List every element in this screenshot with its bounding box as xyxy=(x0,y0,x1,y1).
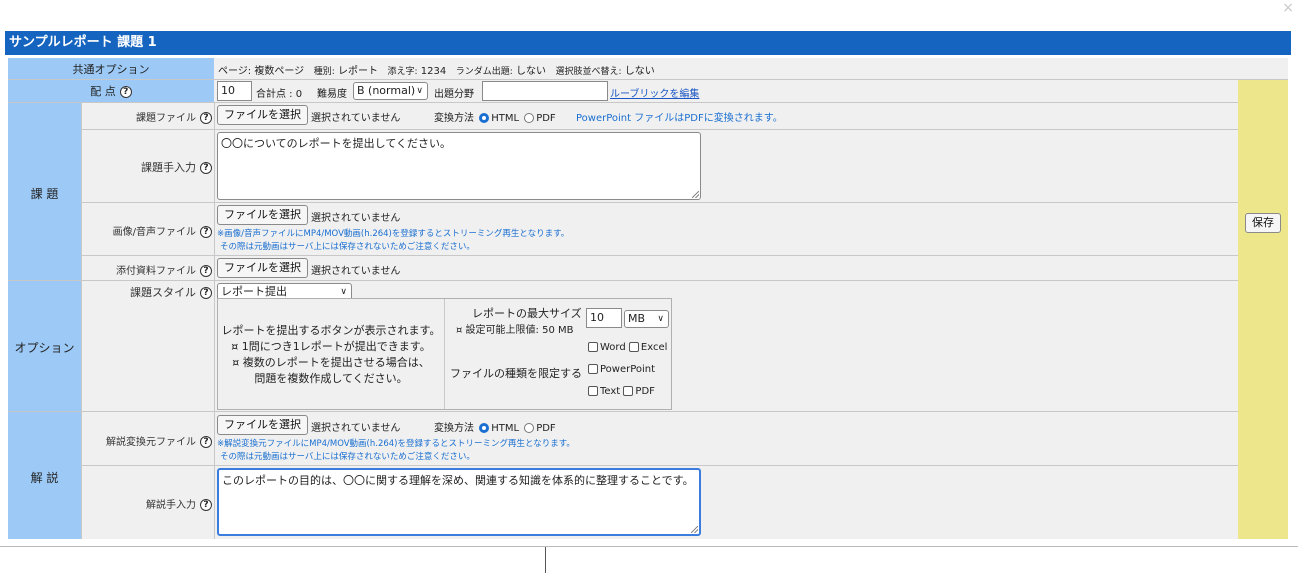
chevron-down-icon: ∨ xyxy=(416,86,423,96)
options-section: オプション xyxy=(8,281,81,411)
assignment-section: 課 題 xyxy=(8,103,81,281)
explanation-file-status: 選択されていません xyxy=(311,423,401,434)
attachment-file-status: 選択されていません xyxy=(311,266,401,277)
attachment-file-label: 添付資料ファイル? xyxy=(82,262,212,277)
points-label: 配 点? xyxy=(8,83,214,99)
convert-pdf-radio[interactable] xyxy=(524,113,535,123)
assignment-input-label: 課題手入力? xyxy=(82,159,212,175)
powerpoint-note: PowerPoint ファイルはPDFに変換されます。 xyxy=(576,113,783,124)
media-file-button[interactable]: ファイルを選択 xyxy=(217,205,308,225)
filetype-text-pdf: Text PDF xyxy=(588,386,655,397)
assignment-file-button[interactable]: ファイルを選択 xyxy=(217,105,308,125)
filetype-word-checkbox[interactable] xyxy=(588,342,598,352)
options-section-label: オプション xyxy=(14,341,75,355)
difficulty-select[interactable]: B (normal) ∨ xyxy=(353,82,428,100)
chevron-down-icon: ∨ xyxy=(657,314,664,324)
common-options-label: 共通オプション xyxy=(72,63,150,76)
media-note-2: その際は元動画はサーバ上には保存されないためご注意ください。 xyxy=(220,242,475,252)
help-icon[interactable]: ? xyxy=(200,226,212,238)
question-form: 共通オプション ページ: 複数ページ 種別: レポート 添え字: 1234 ラン… xyxy=(8,58,1288,539)
assignment-file-label: 課題ファイル? xyxy=(82,109,212,124)
page-title: サンプルレポート 課題 1 xyxy=(5,31,1291,55)
help-icon[interactable]: ? xyxy=(200,436,212,448)
report-description: レポートを提出するボタンが表示されます。 ¤ 1問につき1レポートが提出できます… xyxy=(221,324,441,385)
assignment-section-label: 課 題 xyxy=(30,187,59,201)
save-button[interactable]: 保存 xyxy=(1245,213,1281,233)
explanation-input-label: 解説手入力? xyxy=(82,496,212,511)
filetype-pdf-checkbox[interactable] xyxy=(623,386,634,396)
save-column: 保存 xyxy=(1238,80,1288,539)
assignment-textarea[interactable]: 〇〇についてのレポートを提出してください。 xyxy=(217,132,701,200)
explanation-file-button[interactable]: ファイルを選択 xyxy=(217,415,308,435)
resize-handle-icon[interactable] xyxy=(691,526,698,533)
report-options-box: レポートを提出するボタンが表示されます。 ¤ 1問につき1レポートが提出できます… xyxy=(217,298,672,410)
points-input[interactable]: 10 xyxy=(217,81,252,101)
explanation-file-label: 解説変換元ファイル? xyxy=(82,433,212,448)
help-icon[interactable]: ? xyxy=(119,86,132,98)
divider xyxy=(545,547,546,573)
help-icon[interactable]: ? xyxy=(200,162,212,174)
difficulty-label: 難易度 xyxy=(317,89,347,100)
max-size-limit: ¤ 設定可能上限値: 50 MB xyxy=(456,325,574,336)
assignment-file-status: 選択されていません xyxy=(311,113,401,124)
filetype-powerpoint: PowerPoint xyxy=(588,364,655,375)
media-file-status: 選択されていません xyxy=(311,213,401,224)
resize-handle-icon[interactable] xyxy=(692,191,699,198)
help-icon[interactable]: ? xyxy=(200,287,212,299)
attachment-file-button[interactable]: ファイルを選択 xyxy=(217,258,308,278)
convert-html-radio[interactable] xyxy=(479,113,490,123)
media-file-label: 画像/音声ファイル? xyxy=(82,223,212,238)
divider xyxy=(0,546,1298,547)
filetype-label: ファイルの種類を限定する xyxy=(450,367,582,380)
explanation-textarea[interactable]: このレポートの目的は、〇〇に関する理解を深め、関連する知識を体系的に整理すること… xyxy=(217,468,701,536)
filetype-powerpoint-checkbox[interactable] xyxy=(588,364,598,374)
explanation-section: 解 説 xyxy=(8,412,81,539)
help-icon[interactable]: ? xyxy=(200,265,212,277)
help-icon[interactable]: ? xyxy=(200,112,212,124)
edit-rubric-link[interactable]: ルーブリックを編集 xyxy=(610,85,699,100)
close-icon[interactable]: × xyxy=(1282,0,1294,16)
points-label-cell: 配 点? xyxy=(8,80,214,102)
filetype-text-checkbox[interactable] xyxy=(588,386,598,396)
explanation-section-label: 解 説 xyxy=(30,471,59,485)
common-options-summary: ページ: 複数ページ 種別: レポート 添え字: 1234 ランダム出題: しな… xyxy=(218,66,655,77)
max-size-unit-select[interactable]: MB ∨ xyxy=(624,310,669,328)
common-options-label-cell: 共通オプション xyxy=(8,58,214,79)
media-note-1: ※画像/音声ファイルにMP4/MOV動画(h.264)を登録するとストリーミング… xyxy=(217,229,570,239)
field-input[interactable] xyxy=(482,81,608,101)
assignment-convert-options: 変換方法 HTML PDF xyxy=(434,113,556,124)
explanation-convert-options: 変換方法 HTML PDF xyxy=(434,423,556,434)
help-icon[interactable]: ? xyxy=(200,499,212,511)
max-size-input[interactable]: 10 xyxy=(586,308,622,328)
explanation-convert-html-radio[interactable] xyxy=(479,423,490,433)
explanation-convert-pdf-radio[interactable] xyxy=(524,423,535,433)
max-size-label: レポートの最大サイズ xyxy=(472,307,582,320)
explanation-note-2: その際は元動画はサーバ上には保存されないためご注意ください。 xyxy=(220,452,475,462)
total-points: 合計点 : 0 xyxy=(256,89,303,100)
filetype-excel-checkbox[interactable] xyxy=(628,342,639,352)
explanation-note-1: ※解説変換元ファイルにMP4/MOV動画(h.264)を登録するとストリーミング… xyxy=(217,439,575,449)
filetype-word-excel: Word Excel xyxy=(588,342,667,353)
field-label: 出題分野 xyxy=(434,89,474,100)
assignment-style-label: 課題スタイル? xyxy=(82,284,212,300)
